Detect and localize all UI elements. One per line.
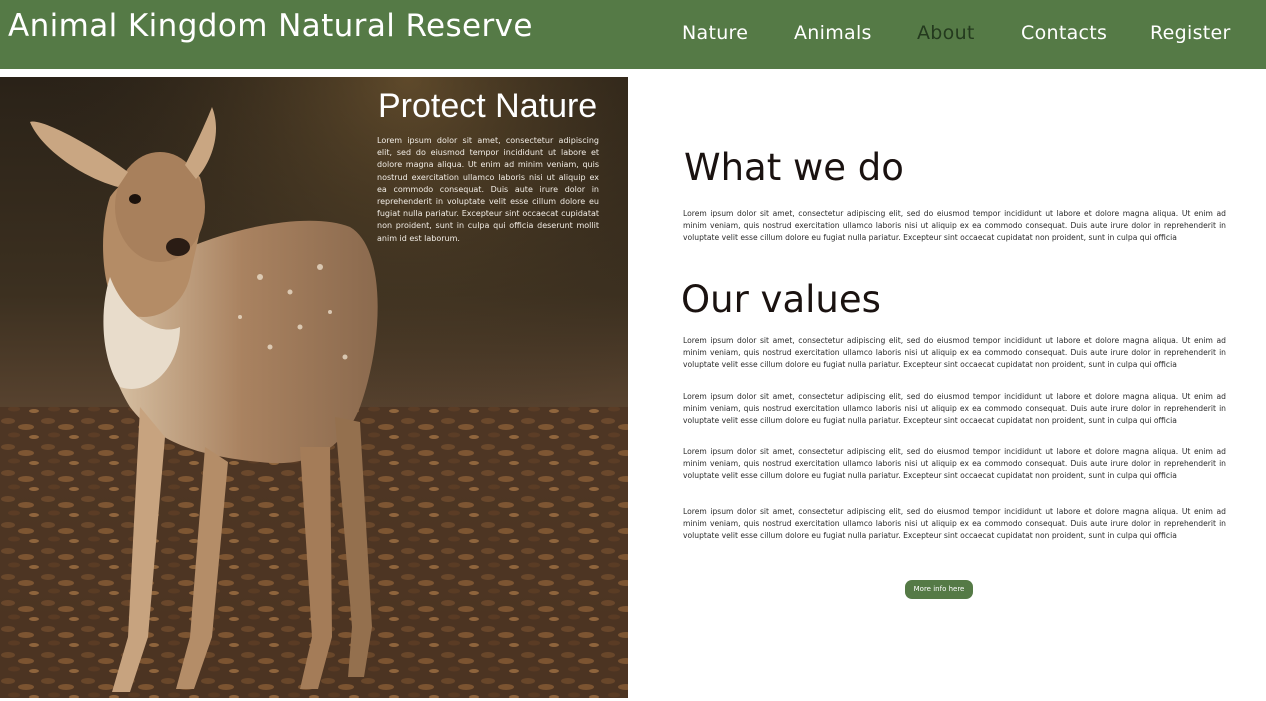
values-paragraph: Lorem ipsum dolor sit amet, consectetur … bbox=[683, 507, 1226, 541]
what-we-do-paragraph: Lorem ipsum dolor sit amet, consectetur … bbox=[683, 209, 1226, 243]
values-paragraph: Lorem ipsum dolor sit amet, consectetur … bbox=[683, 336, 1226, 370]
site-title[interactable]: Animal Kingdom Natural Reserve bbox=[8, 8, 533, 44]
our-values-heading: Our values bbox=[681, 278, 881, 321]
nav-link-register[interactable]: Register bbox=[1150, 22, 1231, 44]
values-paragraph: Lorem ipsum dolor sit amet, consectetur … bbox=[683, 447, 1226, 481]
hero-section: Protect Nature Lorem ipsum dolor sit ame… bbox=[0, 77, 628, 698]
nav-link-about[interactable]: About bbox=[917, 22, 975, 44]
hero-title: Protect Nature bbox=[378, 87, 598, 125]
top-navbar: Animal Kingdom Natural Reserve Nature An… bbox=[0, 0, 1266, 69]
nav-link-animals[interactable]: Animals bbox=[794, 22, 872, 44]
nav-link-nature[interactable]: Nature bbox=[682, 22, 748, 44]
more-info-button[interactable]: More info here bbox=[905, 580, 973, 599]
what-we-do-heading: What we do bbox=[684, 146, 904, 189]
values-paragraph: Lorem ipsum dolor sit amet, consectetur … bbox=[683, 392, 1226, 426]
hero-paragraph: Lorem ipsum dolor sit amet, consectetur … bbox=[377, 136, 599, 243]
nav-link-contacts[interactable]: Contacts bbox=[1021, 22, 1107, 44]
